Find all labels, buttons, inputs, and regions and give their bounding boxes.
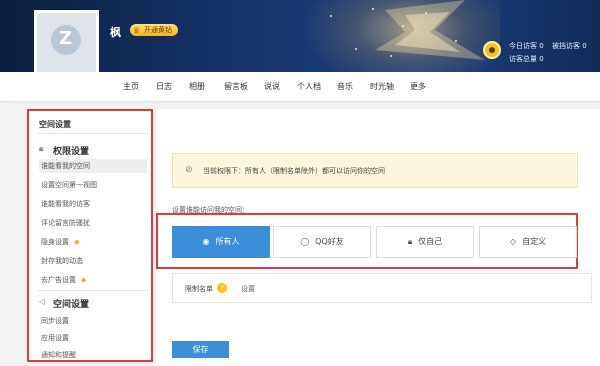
diamond-icon: ◆: [74, 238, 80, 246]
sidebar-item-remove-ads[interactable]: 去广告设置 ◆: [41, 273, 149, 287]
sidebar-item-remove-ads-label: 去广告设置: [41, 276, 76, 284]
settings-sidebar: 空间设置 🔒︎ 权限设置 谁能看我的空间 设置空间第一视图 谁能看我的访客 评论…: [27, 109, 153, 362]
blocked-visitors[interactable]: 被挡访客 0: [552, 41, 587, 51]
blacklist-set-link[interactable]: 设置: [241, 284, 255, 294]
help-icon[interactable]: ?: [217, 283, 227, 293]
info-icon: ⊘: [185, 165, 193, 175]
sidebar-item-invisible-label: 隐身设置: [41, 238, 69, 246]
crown-icon: ♛: [133, 26, 141, 35]
sidebar-item-archive[interactable]: 封存我的动态: [41, 254, 149, 268]
sidebar-item-sync[interactable]: 同步设置: [41, 314, 149, 328]
star-decoration: [375, 0, 485, 60]
notice-text: 当前权限下：所有人（限制名单除外）都可以访问你的空间: [203, 167, 385, 175]
nav-more[interactable]: 更多: [410, 81, 426, 92]
today-visitors[interactable]: 今日访客 0: [509, 41, 544, 51]
speaker-icon: ◁: [39, 297, 46, 306]
settings-main: ⊘ 当前权限下：所有人（限制名单除外）都可以访问你的空间 设置谁能访问我的空间：…: [156, 109, 600, 366]
blacklist-row: 限制名单 ? 设置: [172, 273, 592, 303]
sidebar-item-invisible[interactable]: 隐身设置 ◆: [41, 235, 149, 249]
permission-notice: ⊘ 当前权限下：所有人（限制名单除外）都可以访问你的空间: [172, 153, 578, 188]
group-space-label: 空间设置: [53, 300, 90, 310]
sidebar-item-apps[interactable]: 应用设置: [41, 331, 149, 345]
option-qq-friends-label: QQ好友: [315, 237, 344, 246]
nav-album[interactable]: 相册: [189, 81, 205, 92]
nav-music[interactable]: 音乐: [337, 81, 353, 92]
diamond-outline-icon: ◇: [509, 237, 517, 246]
vip-badge[interactable]: ♛ 开通黄钻: [130, 24, 178, 36]
lock-icon: 🔒︎: [407, 237, 413, 246]
option-only-me-label: 仅自己: [418, 237, 443, 246]
sidebar-item-first-view[interactable]: 设置空间第一视图: [41, 178, 149, 192]
group-permission-label: 权限设置: [53, 147, 90, 157]
total-visitors[interactable]: 访客总量 0: [509, 54, 544, 64]
globe-icon: ◉: [202, 237, 210, 246]
option-custom[interactable]: ◇ 自定义: [479, 226, 577, 258]
lock-icon: 🔒︎: [39, 144, 44, 153]
qzone-logo-icon: [51, 25, 81, 55]
option-qq-friends[interactable]: ◯ QQ好友: [273, 226, 371, 258]
nickname: 枫: [110, 26, 121, 39]
option-everyone-label: 所有人: [215, 237, 240, 246]
avatar[interactable]: [34, 10, 99, 75]
option-only-me[interactable]: 🔒︎ 仅自己: [376, 226, 474, 258]
nav-blog[interactable]: 日志: [156, 81, 172, 92]
access-options: ◉ 所有人 ◯ QQ好友 🔒︎ 仅自己 ◇ 自定义: [156, 213, 578, 269]
sidebar-item-visitors-view[interactable]: 谁能看我的访客: [41, 197, 149, 211]
option-custom-label: 自定义: [522, 237, 547, 246]
sidebar-title: 空间设置: [39, 120, 71, 129]
divider: [37, 290, 147, 291]
nav-timeline[interactable]: 时光轴: [370, 81, 394, 92]
vip-badge-label: 开通黄钻: [144, 26, 172, 34]
nav-shuoshuo[interactable]: 说说: [264, 81, 280, 92]
diamond-icon: ◆: [81, 276, 87, 284]
sidebar-item-notifications[interactable]: 通知和提醒: [41, 348, 149, 362]
main-nav: 主页 日志 相册 留言板 说说 个人档 音乐 时光轴 更多: [0, 72, 600, 102]
visitor-eye-icon[interactable]: [483, 41, 501, 59]
qq-icon: ◯: [300, 237, 310, 246]
sidebar-item-who-can-view[interactable]: 谁能看我的空间: [39, 159, 147, 173]
group-space[interactable]: ◁ 空间设置: [39, 297, 90, 310]
blacklist-label: 限制名单: [185, 285, 213, 293]
nav-messageboard[interactable]: 留言板: [224, 81, 248, 92]
nav-home[interactable]: 主页: [123, 81, 139, 92]
save-button[interactable]: 保存: [172, 341, 229, 358]
group-permission[interactable]: 🔒︎ 权限设置: [39, 144, 90, 157]
divider: [37, 133, 147, 134]
sidebar-item-anti-harass[interactable]: 评论留言防骚扰: [41, 216, 149, 230]
option-everyone[interactable]: ◉ 所有人: [172, 226, 270, 258]
nav-profile[interactable]: 个人档: [297, 81, 321, 92]
